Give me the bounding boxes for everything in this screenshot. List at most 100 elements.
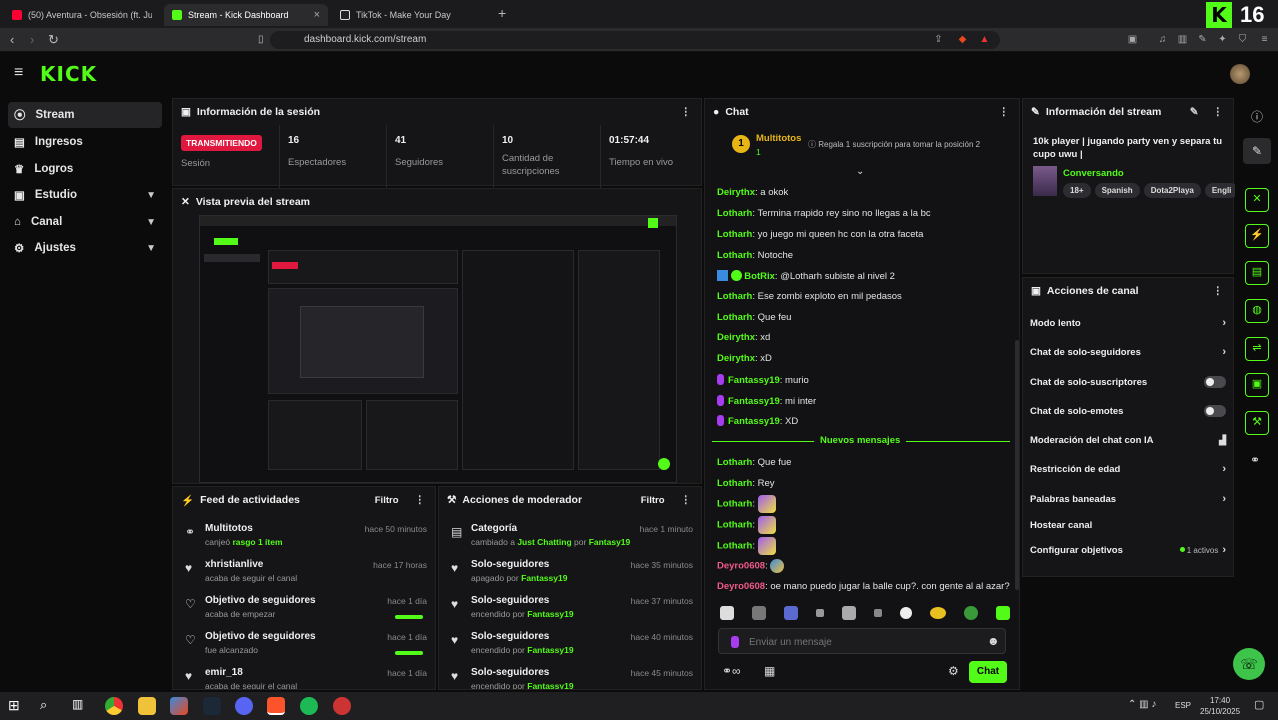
chat-user[interactable]: Lotharh bbox=[717, 520, 752, 531]
rail-mod-icon[interactable]: ✕ bbox=[1245, 188, 1269, 212]
tag[interactable]: 18+ bbox=[1063, 183, 1091, 198]
more-options-icon[interactable]: ⋮ bbox=[415, 494, 426, 506]
avatar[interactable] bbox=[1230, 64, 1250, 84]
emote-icon[interactable] bbox=[900, 607, 912, 619]
sidebar-item-estudio[interactable]: ▣ Estudio ▼ bbox=[8, 182, 162, 208]
emote-icon[interactable] bbox=[752, 606, 766, 620]
chat-input-box[interactable]: ☻ bbox=[718, 628, 1006, 654]
points-icon[interactable]: ⚭∞ bbox=[722, 664, 741, 678]
url-input[interactable]: dashboard.kick.com/stream bbox=[270, 31, 1000, 49]
tray-icons[interactable]: ⌃ ▥ ♪ bbox=[1128, 699, 1156, 710]
app-icon[interactable] bbox=[170, 697, 188, 715]
subscribers-only-toggle[interactable] bbox=[1204, 376, 1226, 388]
chat-user[interactable]: Lotharh bbox=[717, 291, 752, 302]
share-icon[interactable]: ⇪ bbox=[932, 33, 945, 46]
chat-user[interactable]: Deirythx bbox=[717, 332, 755, 343]
filter-button[interactable]: Filtro bbox=[375, 495, 399, 506]
emoji-icon[interactable]: ☻ bbox=[987, 634, 1000, 648]
reload-icon[interactable]: ↻ bbox=[48, 32, 59, 48]
rail-wrench-icon[interactable]: ⚒ bbox=[1245, 411, 1269, 435]
rail-list-icon[interactable]: ▤ bbox=[1245, 261, 1269, 285]
menu-icon[interactable]: ≡ bbox=[1258, 33, 1271, 46]
language-indicator[interactable]: ESP bbox=[1175, 701, 1191, 710]
emotes-only-toggle[interactable] bbox=[1204, 405, 1226, 417]
sidebar-toggle-icon[interactable]: ▣ bbox=[1126, 33, 1139, 46]
chat-user[interactable]: Deirythx bbox=[717, 187, 755, 198]
chrome-icon[interactable] bbox=[105, 697, 123, 715]
sidebar-item-ingresos[interactable]: ▤ Ingresos bbox=[8, 129, 162, 155]
help-chat-button[interactable]: ☏ bbox=[1233, 648, 1265, 680]
browser-tab-tiktok[interactable]: TikTok - Make Your Day bbox=[332, 4, 492, 26]
bookmark-icon[interactable]: ▯ bbox=[258, 32, 264, 48]
emote-icon[interactable] bbox=[964, 606, 978, 620]
chat-user[interactable]: Lotharh bbox=[717, 541, 752, 552]
discord-icon[interactable] bbox=[235, 697, 253, 715]
forward-icon[interactable]: › bbox=[30, 32, 34, 48]
send-chat-button[interactable]: Chat bbox=[969, 661, 1007, 683]
info-icon[interactable]: ⓘ bbox=[1251, 108, 1263, 125]
new-tab-button[interactable]: + bbox=[498, 5, 506, 21]
task-view-icon[interactable]: ▥ bbox=[72, 697, 90, 715]
more-options-icon[interactable]: ⋮ bbox=[999, 106, 1010, 118]
close-tab-icon[interactable]: × bbox=[314, 9, 320, 21]
emote-icon[interactable] bbox=[996, 606, 1010, 620]
vpn-icon[interactable]: ⛉ bbox=[1236, 33, 1249, 46]
chat-scrollbar[interactable] bbox=[1015, 340, 1019, 590]
chat-user[interactable]: Fantassy19 bbox=[728, 416, 780, 427]
emote-icon[interactable] bbox=[784, 606, 798, 620]
steam-icon[interactable] bbox=[203, 697, 221, 715]
brave-rewards-icon[interactable]: ▲ bbox=[978, 33, 991, 46]
sidebar-item-logros[interactable]: ♛ Logros bbox=[8, 156, 162, 182]
rail-preview-icon[interactable]: ▣ bbox=[1245, 373, 1269, 397]
extensions-icon[interactable]: ✎ bbox=[1196, 33, 1209, 46]
sidebar-item-stream[interactable]: ⦿ Stream bbox=[8, 102, 162, 128]
emote-icon[interactable] bbox=[842, 606, 856, 620]
browser-tab-youtube[interactable]: (50) Aventura - Obsesión (ft. Judy Sa bbox=[4, 4, 160, 26]
chat-user[interactable]: Lotharh bbox=[717, 208, 752, 219]
settings-gear-icon[interactable]: ⚙ bbox=[948, 664, 959, 678]
chat-user[interactable]: Lotharh bbox=[717, 457, 752, 468]
action-ai-moderation[interactable]: Moderación del chat con IA ▟ bbox=[1030, 430, 1226, 450]
rail-broadcast-icon[interactable]: ⇌ bbox=[1245, 337, 1269, 361]
sidebar-item-ajustes[interactable]: ⚙ Ajustes ▼ bbox=[8, 235, 162, 261]
spotify-icon[interactable] bbox=[300, 697, 318, 715]
more-options-icon[interactable]: ⋮ bbox=[1213, 106, 1224, 118]
chat-user[interactable]: Fantassy19 bbox=[728, 375, 780, 386]
chat-user[interactable]: Lotharh bbox=[717, 229, 752, 240]
tag[interactable]: Engli bbox=[1204, 183, 1235, 198]
tag[interactable]: Spanish bbox=[1094, 183, 1140, 198]
media-icon[interactable]: ♫ bbox=[1156, 33, 1169, 46]
emote-icon[interactable] bbox=[930, 607, 946, 619]
back-icon[interactable]: ‹ bbox=[10, 32, 14, 48]
pinned-user[interactable]: Multitotos bbox=[756, 133, 801, 144]
chat-user[interactable]: Lotharh bbox=[717, 312, 752, 323]
folder-icon[interactable] bbox=[138, 697, 156, 715]
action-age-restriction[interactable]: Restricción de edad › bbox=[1030, 459, 1226, 479]
chat-user[interactable]: Lotharh bbox=[717, 250, 752, 261]
sidebar-item-canal[interactable]: ⌂ Canal ▼ bbox=[8, 209, 162, 235]
chat-message-input[interactable] bbox=[749, 633, 979, 651]
action-host-channel[interactable]: Hostear canal bbox=[1030, 515, 1226, 535]
category-thumbnail[interactable] bbox=[1033, 166, 1057, 196]
chat-user[interactable]: Fantassy19 bbox=[728, 396, 780, 407]
people-icon[interactable]: ⚭ bbox=[1250, 453, 1260, 467]
stream-preview-video[interactable] bbox=[199, 215, 677, 483]
kick-logo[interactable]: KICK bbox=[40, 62, 97, 86]
expand-icon[interactable]: ⌄ bbox=[856, 166, 864, 177]
brave-icon[interactable] bbox=[267, 697, 285, 715]
chat-user[interactable]: Deyro0608 bbox=[717, 561, 765, 572]
category-name[interactable]: Conversando bbox=[1063, 168, 1124, 179]
chat-user[interactable]: Deirythx bbox=[717, 353, 755, 364]
more-options-icon[interactable]: ⋮ bbox=[681, 494, 692, 506]
emote-icon[interactable] bbox=[874, 609, 882, 617]
obs-icon[interactable] bbox=[333, 697, 351, 715]
tag[interactable]: Dota2Playa bbox=[1143, 183, 1201, 198]
gift-icon[interactable]: ▦ bbox=[764, 664, 775, 678]
chat-user[interactable]: Lotharh bbox=[717, 478, 752, 489]
rail-bolt-icon[interactable]: ⚡ bbox=[1245, 224, 1269, 248]
emote-icon[interactable] bbox=[816, 609, 824, 617]
edit-icon[interactable]: ✎ bbox=[1190, 106, 1199, 118]
windows-start-icon[interactable]: ⊞ bbox=[8, 697, 26, 715]
brave-shield-icon[interactable]: ◆ bbox=[956, 33, 969, 46]
rail-chat-icon[interactable]: ◍ bbox=[1245, 299, 1269, 323]
